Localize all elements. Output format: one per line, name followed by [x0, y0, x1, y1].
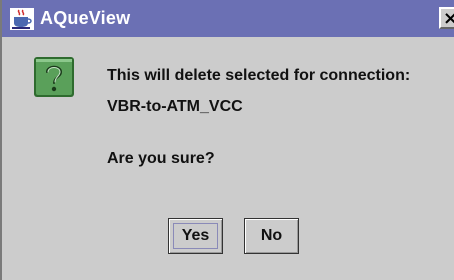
connection-name: VBR-to-ATM_VCC	[107, 98, 243, 115]
yes-button-label: Yes	[181, 227, 210, 244]
title-bar[interactable]: AQueView ×	[2, 0, 454, 37]
window-title: AQueView	[40, 8, 131, 28]
question-icon	[34, 57, 74, 97]
no-button-label: No	[260, 227, 283, 244]
java-cup-icon	[10, 8, 34, 30]
close-icon: ×	[443, 8, 454, 29]
close-button[interactable]: ×	[439, 7, 454, 29]
yes-button[interactable]: Yes	[168, 218, 223, 254]
message-line: This will delete selected for connection…	[107, 67, 411, 84]
confirm-question: Are you sure?	[107, 150, 215, 167]
confirm-dialog: AQueView × This will delete selected for…	[0, 0, 454, 280]
no-button[interactable]: No	[244, 218, 299, 254]
